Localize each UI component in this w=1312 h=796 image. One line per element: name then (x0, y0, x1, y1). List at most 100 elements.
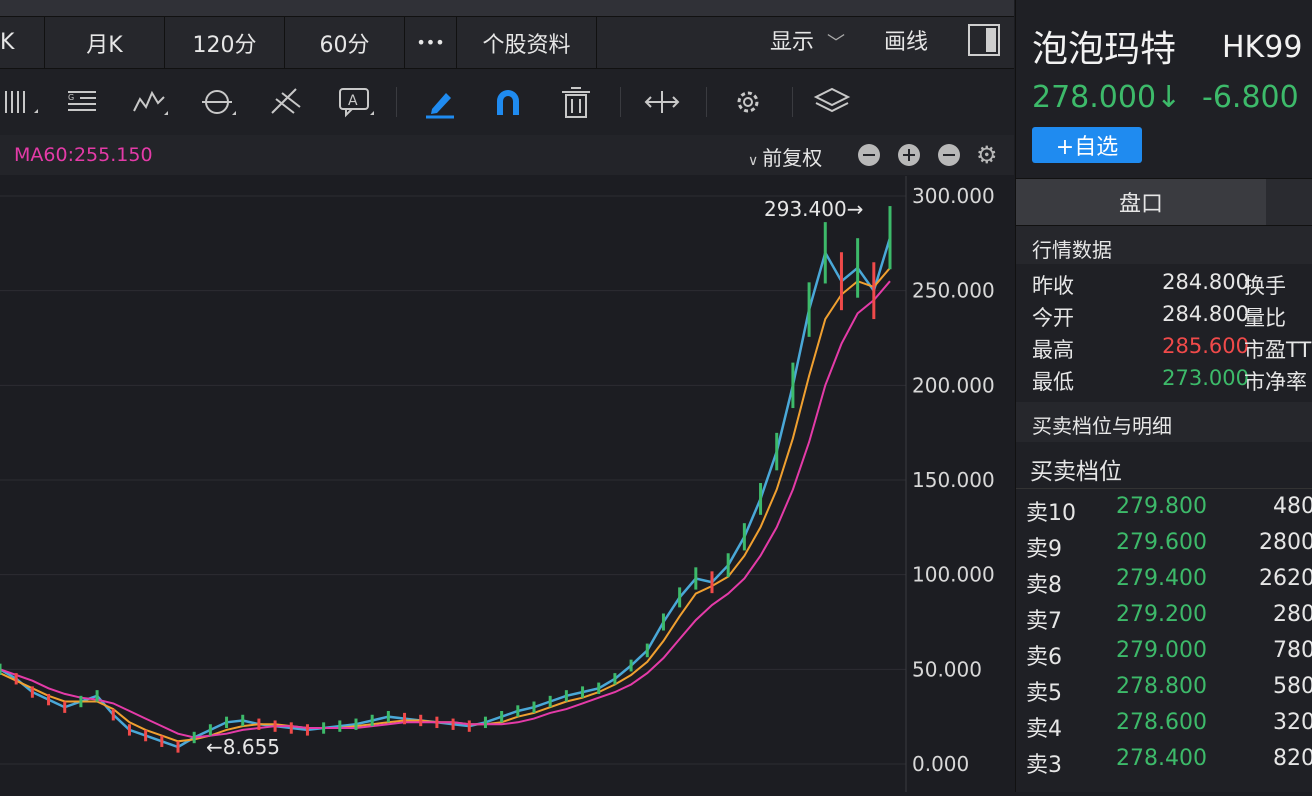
ask-label: 卖3 (1026, 753, 1062, 778)
series-line-1 (0, 267, 891, 743)
magnet-icon[interactable] (488, 83, 528, 121)
ask-label: 卖7 (1026, 609, 1062, 634)
kline-chart[interactable]: 300.000 250.000 200.000 150.000 100.000 50.00… (0, 176, 1014, 792)
ask-label: 卖8 (1026, 573, 1062, 598)
y-tick-label: 150.000 (912, 468, 995, 492)
tab-120min[interactable]: 120分 (165, 17, 285, 68)
chevron-down-icon: ∨ (748, 153, 759, 169)
ask-row[interactable]: 卖4 278.600 320 (1016, 706, 1312, 742)
ask-row[interactable]: 卖8 279.400 2620 (1016, 562, 1312, 598)
quote-label-2: 市净率 (1244, 370, 1307, 394)
indicator-bar: MA60:255.150 ∨ 前复权 ⚙ (0, 135, 1014, 175)
chart-settings-icon[interactable]: ⚙ (976, 141, 998, 169)
ask-label: 卖4 (1026, 717, 1062, 742)
ask-price: 278.800 (1116, 674, 1207, 699)
quote-value: 285.600 (1162, 334, 1249, 358)
quote-title: 行情数据 (1032, 238, 1112, 262)
quote-label-2: 量比 (1244, 306, 1286, 330)
bars-tool-icon[interactable] (0, 83, 40, 121)
tab-stock-profile[interactable]: 个股资料 (457, 17, 597, 68)
ma60-value: MA60:255.150 (14, 144, 153, 166)
adjust-dropdown[interactable]: ∨ 前复权 (748, 142, 822, 171)
ask-price: 279.000 (1116, 638, 1207, 663)
ask-price: 279.400 (1116, 566, 1207, 591)
chart-svg: 300.000 250.000 200.000 150.000 100.000 50.00… (0, 176, 995, 792)
ask-label: 卖5 (1026, 681, 1062, 706)
draw-line-button[interactable]: 画线 (884, 24, 928, 56)
ask-price: 279.200 (1116, 602, 1207, 627)
ask-volume: 2800 (1259, 530, 1312, 555)
orderbook-title: 买卖档位与明细 (1032, 414, 1172, 438)
panel-toggle-icon[interactable] (968, 24, 1000, 56)
text-tool-icon[interactable]: A (336, 83, 376, 121)
ask-label: 卖9 (1026, 537, 1062, 562)
tab-week-k[interactable]: K (0, 17, 45, 68)
y-tick-label: 100.000 (912, 563, 995, 587)
quote-label: 昨收 (1032, 274, 1074, 298)
gann-tool-icon[interactable] (266, 83, 306, 121)
panel-tab-row: 盘口 (1016, 178, 1312, 226)
quote-label: 最高 (1032, 338, 1074, 362)
low-price-label: ←8.655 (206, 735, 280, 759)
tab-month-k[interactable]: 月K (45, 17, 165, 68)
orderbook-subtitle: 买卖档位 (1030, 459, 1122, 485)
ask-volume: 320 (1273, 710, 1312, 735)
quote-label-2: 市盈TT (1244, 338, 1312, 362)
toolbar-divider (620, 87, 621, 117)
top-strip (0, 0, 1014, 17)
quote-panel: 泡泡玛特 HK99 278.000↓ -6.800 +自选 盘口 行情数据 昨收… (1015, 0, 1312, 792)
y-tick-label: 250.000 (912, 279, 995, 303)
ask-row[interactable]: 卖3 278.400 820 (1016, 742, 1312, 778)
divider (1016, 488, 1312, 489)
ask-label: 卖6 (1026, 645, 1062, 670)
series-line-0 (0, 237, 892, 749)
y-tick-label: 0.000 (912, 752, 969, 776)
tab-orderbook[interactable]: 盘口 (1016, 179, 1266, 225)
quote-value: 273.000 (1162, 366, 1249, 390)
toolbar-divider (396, 87, 397, 117)
fib-tool-icon[interactable]: G (62, 83, 102, 121)
tab-more[interactable]: ••• (405, 17, 457, 68)
drawing-toolbar: G A (0, 69, 1014, 135)
quote-section-header: 行情数据 (1016, 226, 1312, 264)
layers-icon[interactable] (812, 83, 852, 121)
ask-price: 279.800 (1116, 494, 1207, 519)
ask-row[interactable]: 卖6 279.000 780 (1016, 634, 1312, 670)
add-watchlist-button[interactable]: +自选 (1032, 127, 1142, 163)
orderbook-section-header: 买卖档位与明细 (1016, 402, 1312, 442)
period-tab-bar: K 月K 120分 60分 ••• 个股资料 显示 ﹀ 画线 (0, 0, 1014, 69)
zoom-in-icon[interactable] (898, 144, 920, 166)
quote-label-2: 换手 (1244, 274, 1286, 298)
cycle-tool-icon[interactable] (198, 83, 238, 121)
toolbar-divider (706, 87, 707, 117)
measure-icon[interactable] (642, 83, 682, 121)
gear-icon[interactable] (728, 83, 768, 121)
ask-volume: 580 (1273, 674, 1312, 699)
price-change: -6.800 (1202, 80, 1299, 115)
ask-row[interactable]: 卖9 279.600 2800 (1016, 526, 1312, 562)
ask-row[interactable]: 卖7 279.200 280 (1016, 598, 1312, 634)
quote-value: 284.800 (1162, 302, 1249, 326)
zoom-out-icon[interactable] (858, 144, 880, 166)
y-tick-label: 300.000 (912, 184, 995, 208)
quote-value: 284.800 (1162, 270, 1249, 294)
trash-icon[interactable] (556, 83, 596, 121)
wave-tool-icon[interactable] (130, 83, 170, 121)
ask-volume: 2620 (1259, 566, 1312, 591)
quote-row: 最低 273.000 市净率 (1016, 364, 1312, 396)
tab-60min[interactable]: 60分 (285, 17, 405, 68)
quote-label: 最低 (1032, 370, 1074, 394)
display-menu[interactable]: 显示 ﹀ (770, 24, 845, 56)
y-tick-label: 200.000 (912, 373, 995, 397)
chevron-down-icon: ﹀ (827, 33, 846, 54)
y-tick-label: 50.000 (912, 657, 982, 681)
toolbar-divider (792, 87, 793, 117)
pen-icon[interactable] (420, 83, 460, 121)
quote-row: 今开 284.800 量比 (1016, 300, 1312, 332)
ask-volume: 780 (1273, 638, 1312, 663)
ask-row[interactable]: 卖10 279.800 480 (1016, 490, 1312, 526)
ask-row[interactable]: 卖5 278.800 580 (1016, 670, 1312, 706)
stock-code: HK99 (1222, 30, 1303, 65)
collapse-icon[interactable] (938, 144, 960, 166)
ask-label: 卖10 (1026, 501, 1076, 526)
